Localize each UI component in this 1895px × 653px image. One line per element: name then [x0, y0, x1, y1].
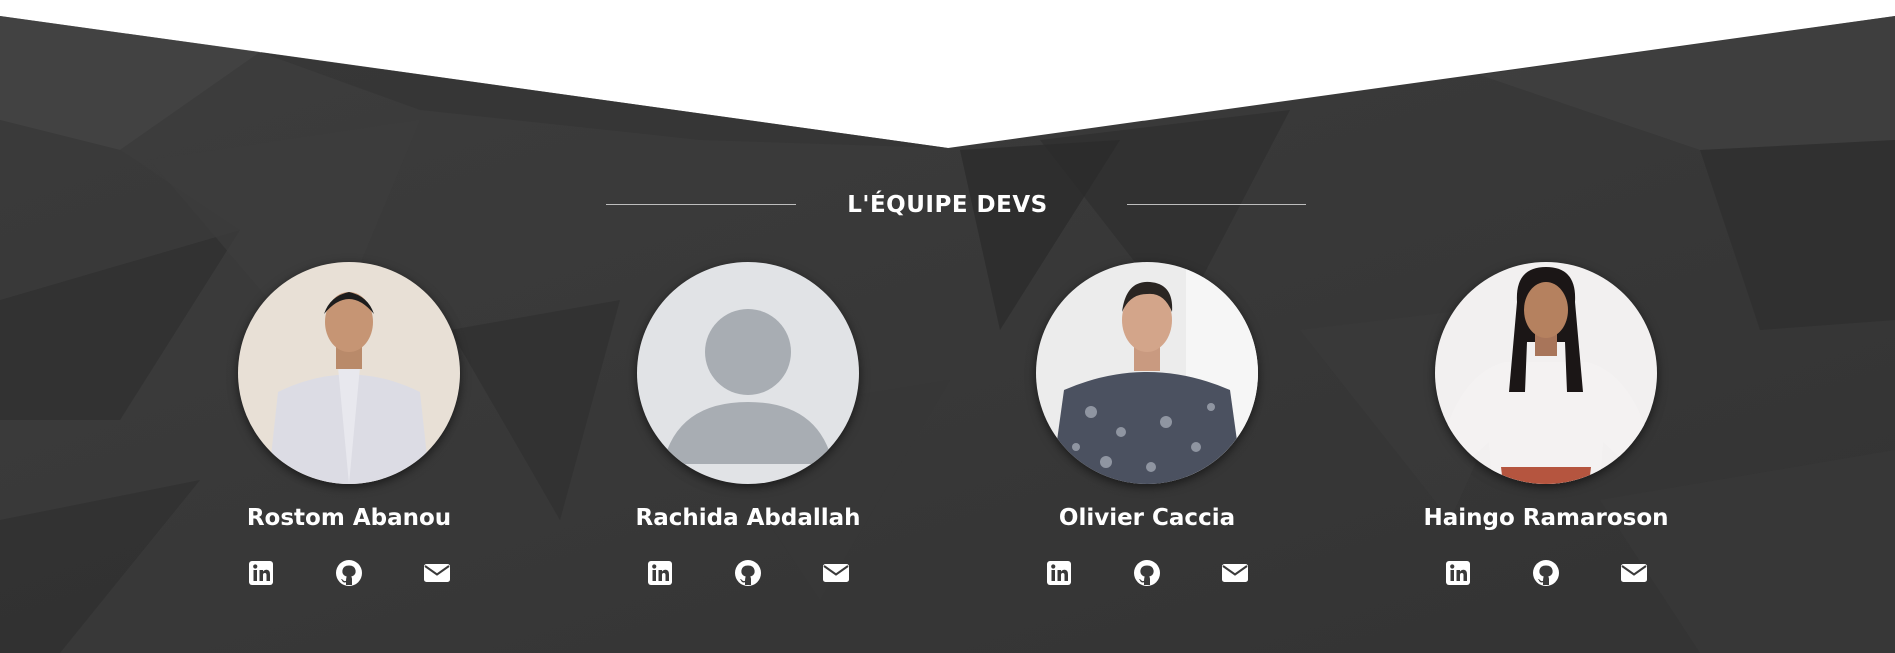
- envelope-icon[interactable]: [1220, 558, 1250, 588]
- social-links: [1396, 558, 1696, 588]
- social-links: [997, 558, 1297, 588]
- member-name: Haingo Ramaroson: [1423, 505, 1669, 531]
- section-title: L'ÉQUIPE DEVS: [847, 192, 1048, 218]
- social-links: [199, 558, 499, 588]
- avatar: [1036, 262, 1258, 484]
- github-icon[interactable]: [733, 558, 763, 588]
- github-icon[interactable]: [1132, 558, 1162, 588]
- team-member-card: Rachida Abdallah: [598, 262, 898, 588]
- avatar: [1435, 262, 1657, 484]
- member-photo: [1036, 262, 1258, 484]
- member-name: Rostom Abanou: [246, 505, 452, 531]
- envelope-icon[interactable]: [821, 558, 851, 588]
- linkedin-icon[interactable]: [645, 558, 675, 588]
- envelope-icon[interactable]: [422, 558, 452, 588]
- team-member-card: Rostom Abanou: [199, 262, 499, 588]
- linkedin-icon[interactable]: [246, 558, 276, 588]
- linkedin-icon[interactable]: [1443, 558, 1473, 588]
- team-member-card: Olivier Caccia: [997, 262, 1297, 588]
- avatar: [238, 262, 460, 484]
- member-photo: [238, 262, 460, 484]
- title-divider-right: [1127, 204, 1306, 205]
- team-section: L'ÉQUIPE DEVS Rostom Abanou Rachida Abda…: [0, 0, 1895, 653]
- member-photo: [1435, 262, 1657, 484]
- member-name: Rachida Abdallah: [635, 505, 861, 531]
- default-avatar-placeholder: [637, 262, 859, 484]
- linkedin-icon[interactable]: [1044, 558, 1074, 588]
- github-icon[interactable]: [334, 558, 364, 588]
- envelope-icon[interactable]: [1619, 558, 1649, 588]
- team-member-card: Haingo Ramaroson: [1396, 262, 1696, 588]
- social-links: [598, 558, 898, 588]
- avatar: [637, 262, 859, 484]
- member-name: Olivier Caccia: [1058, 505, 1236, 531]
- github-icon[interactable]: [1531, 558, 1561, 588]
